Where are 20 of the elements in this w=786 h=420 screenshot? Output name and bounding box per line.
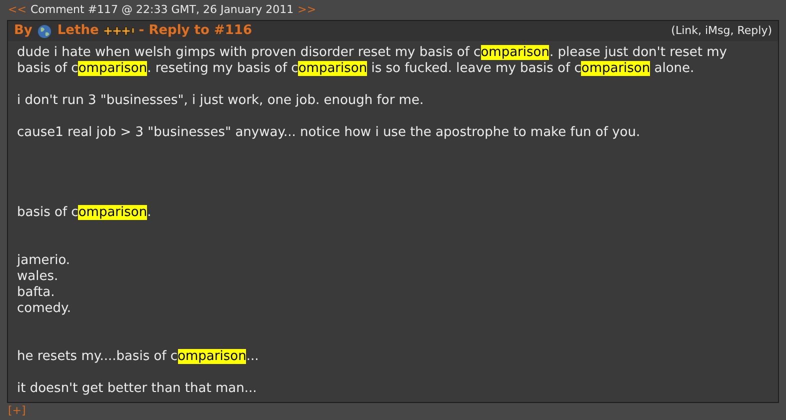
- rank-icon: [104, 26, 134, 36]
- comment-text: basis of comparison.: [17, 205, 152, 221]
- comment-text: it doesn't get better than that man...: [17, 381, 258, 397]
- comment-text: wales.: [17, 269, 60, 285]
- next-link[interactable]: >>: [298, 2, 316, 18]
- comment-actions[interactable]: (Link, iMsg, Reply): [671, 22, 772, 40]
- globe-icon: [37, 24, 52, 38]
- comment-title: Comment #117 @ 22:33 GMT, 26 January 2011: [30, 2, 294, 18]
- previous-link[interactable]: <<: [8, 2, 26, 18]
- comment-text: i don't run 3 "businesses", i just work, one job. enough for me.: [17, 93, 425, 109]
- expand-link[interactable]: [+]: [8, 404, 26, 417]
- comment-text: bafta.: [17, 285, 56, 301]
- comment-text: jamerio.: [17, 253, 72, 269]
- comment-text: comedy.: [17, 301, 72, 317]
- reply-to-link[interactable]: - Reply to #116: [138, 21, 252, 41]
- comment-text: he resets my....basis of comparison...: [17, 349, 260, 365]
- author-link[interactable]: Lethe: [57, 21, 99, 41]
- by-label: By: [14, 22, 32, 40]
- comment-text: dude i hate when welsh gimps with proven disorder reset my basis of comparison. please just don't reset my basis of comparison. reseting my basis of comparison is so fucked. leave my basis of comparison alone.: [17, 45, 728, 77]
- comment-text: cause1 real job > 3 "businesses" anyway... notice how i use the apostrophe to make fun of you.: [17, 125, 642, 141]
